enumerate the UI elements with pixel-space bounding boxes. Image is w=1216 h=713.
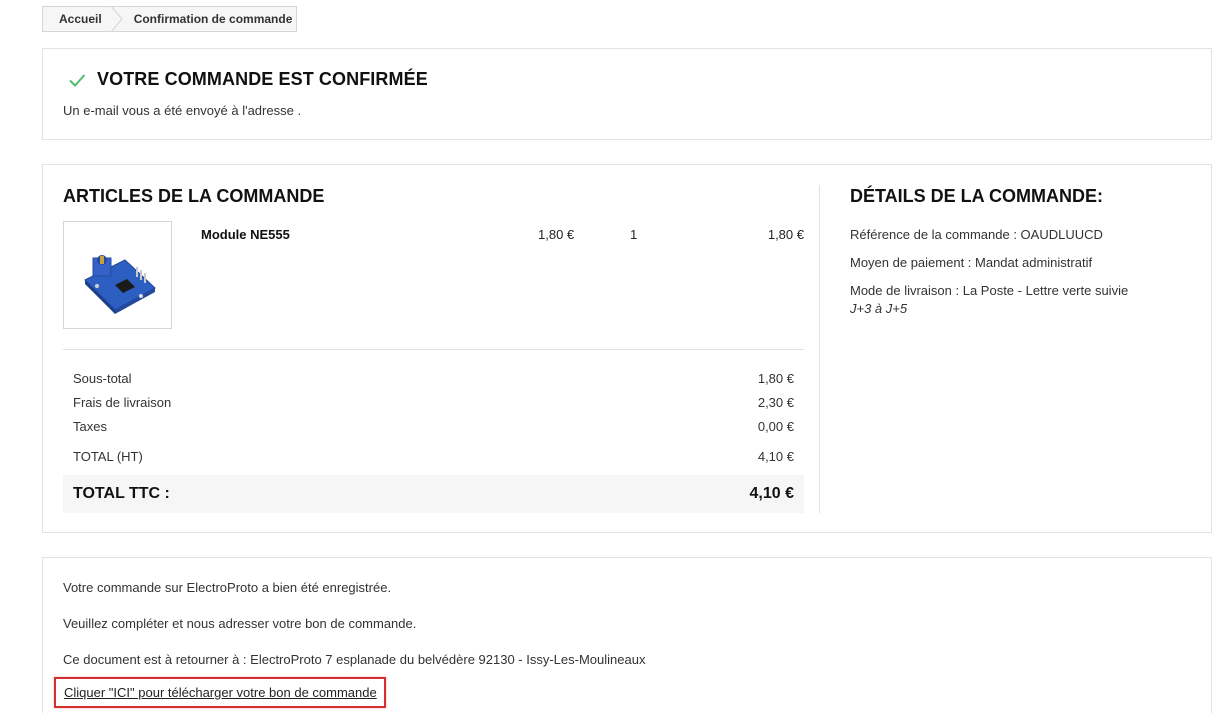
order-items-title: ARTICLES DE LA COMMANDE — [63, 186, 325, 206]
confirmation-box: VOTRE COMMANDE EST CONFIRMÉE Un e-mail v… — [42, 48, 1212, 140]
shipping-fee-row: Frais de livraison 2,30 € — [73, 395, 794, 410]
payment-method: Moyen de paiement : Mandat administratif — [850, 255, 1093, 270]
shipping-fee-value: 2,30 € — [757, 395, 794, 410]
subtotal-label: Sous-total — [73, 371, 132, 386]
order-items-section: ARTICLES DE LA COMMANDE Module NE555 1,8… — [63, 165, 804, 532]
product-image[interactable] — [63, 221, 172, 329]
shipping-fee-label: Frais de livraison — [73, 395, 172, 410]
confirmation-title-text: VOTRE COMMANDE EST CONFIRMÉE — [97, 69, 428, 89]
check-icon — [69, 73, 86, 87]
confirmation-title: VOTRE COMMANDE EST CONFIRMÉE — [67, 69, 428, 90]
ne555-module-image — [83, 255, 156, 314]
breadcrumb-home-link[interactable]: Accueil — [43, 7, 112, 31]
column-divider — [819, 185, 820, 513]
total-ht-label: TOTAL (HT) — [73, 449, 143, 464]
order-details-title: DÉTAILS DE LA COMMANDE: — [850, 186, 1103, 206]
order-details-section: DÉTAILS DE LA COMMANDE: Référence de la … — [850, 165, 1190, 532]
payment-line-address: Ce document est à retourner à : ElectroP… — [63, 652, 646, 667]
total-ttc-value: 4,10 € — [749, 485, 794, 502]
subtotal-row: Sous-total 1,80 € — [73, 371, 794, 386]
taxes-label: Taxes — [73, 419, 107, 434]
product-quantity: 1 — [630, 227, 638, 242]
confirmation-email-text: Un e-mail vous a été envoyé à l'adresse … — [63, 103, 302, 118]
total-ttc-label: TOTAL TTC : — [73, 485, 170, 502]
product-name: Module NE555 — [201, 227, 290, 242]
order-confirmation-page: Accueil Confirmation de commande VOTRE C… — [0, 0, 1216, 713]
order-box: ARTICLES DE LA COMMANDE Module NE555 1,8… — [42, 164, 1212, 533]
payment-line-complete: Veuillez compléter et nous adresser votr… — [63, 616, 417, 631]
shipping-method: Mode de livraison : La Poste - Lettre ve… — [850, 283, 1129, 298]
payment-line-registered: Votre commande sur ElectroProto a bien é… — [63, 580, 392, 595]
taxes-row: Taxes 0,00 € — [73, 419, 794, 434]
product-unit-price: 1,80 € — [538, 227, 575, 242]
subtotal-value: 1,80 € — [757, 371, 794, 386]
order-reference: Référence de la commande : OAUDLUUCD — [850, 227, 1103, 242]
total-ht-row: TOTAL (HT) 4,10 € — [73, 449, 794, 464]
total-ttc-row: TOTAL TTC : 4,10 € — [63, 475, 804, 513]
items-divider — [63, 349, 804, 350]
total-ht-value: 4,10 € — [757, 449, 794, 464]
shipping-delay: J+3 à J+5 — [850, 301, 908, 316]
taxes-value: 0,00 € — [757, 419, 794, 434]
download-order-form-link[interactable]: Cliquer "ICI" pour télécharger votre bon… — [54, 677, 386, 708]
product-total-price: 1,80 € — [767, 227, 804, 242]
payment-instructions-box: Votre commande sur ElectroProto a bien é… — [42, 557, 1212, 713]
breadcrumb: Accueil Confirmation de commande — [42, 6, 297, 32]
breadcrumb-current: Confirmation de commande — [133, 12, 293, 26]
